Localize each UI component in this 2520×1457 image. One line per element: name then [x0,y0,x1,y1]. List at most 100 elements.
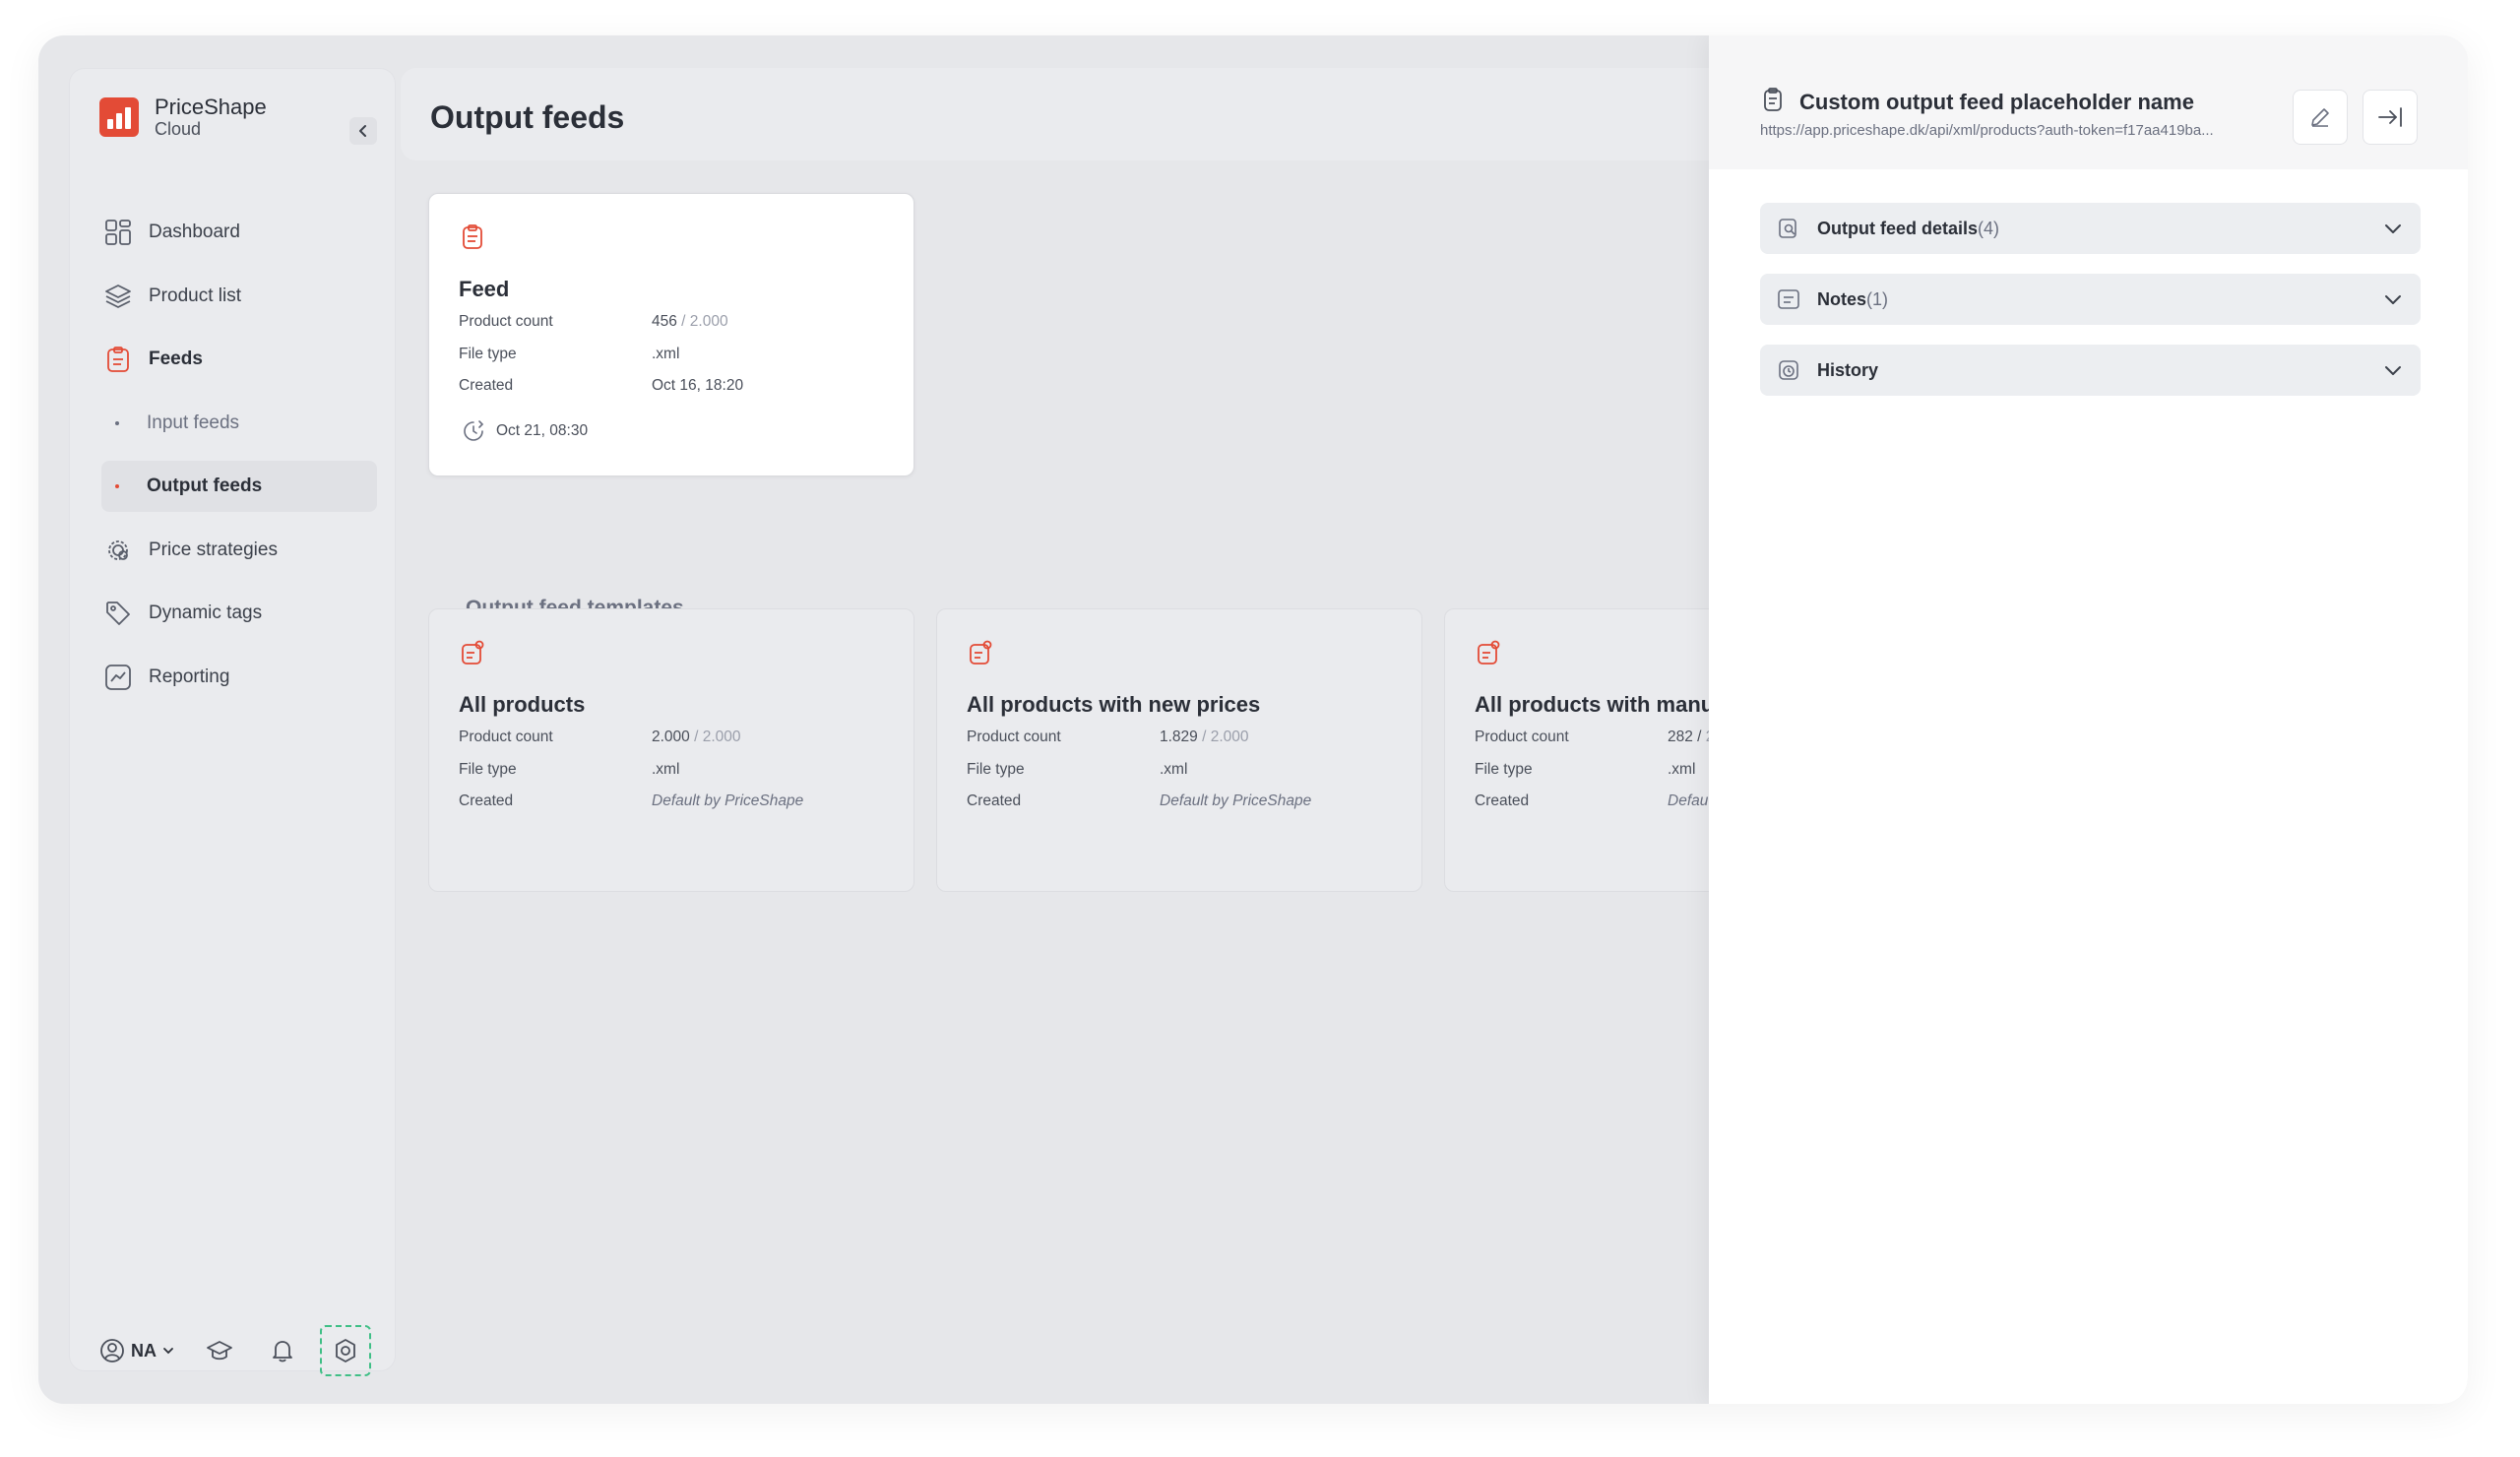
file-type-label: File type [459,345,517,362]
product-count-total: / 2.000 [689,728,741,745]
gear-settings-icon [103,536,133,565]
created-row: Created Default by PriceShape [459,792,892,825]
created-label: Created [459,792,514,809]
brand[interactable]: PriceShape Cloud [99,96,267,138]
gear-icon [336,1339,355,1362]
feed-url[interactable]: https://app.priceshape.dk/api/xml/produc… [1760,122,2214,139]
file-type-row: File type .xml [459,761,892,793]
clipboard-settings-icon [1478,640,1500,665]
file-type-row: File type .xml [967,761,1400,793]
sidebar-item-reporting[interactable]: Reporting [101,652,377,703]
bell-icon [273,1341,292,1362]
sidebar-item-dynamic-tags[interactable]: Dynamic tags [101,588,377,639]
product-count-value: 456 [652,313,677,330]
file-type-label: File type [967,760,1025,778]
feed-title: Feed [459,277,510,301]
sidebar-item-label: Dynamic tags [149,602,263,623]
created-label: Created [459,377,514,394]
file-type-label: File type [1475,760,1533,778]
academy-button[interactable] [194,1325,245,1376]
created-value: Default by PriceShape [652,792,804,809]
clipboard-icon [463,224,482,249]
sidebar-footer: NA [99,1325,371,1376]
bullet-icon [115,420,119,425]
template-card[interactable]: All products Product count 2.000 / 2.000… [428,608,914,892]
file-type-value: .xml [652,345,680,362]
file-type-value: .xml [1668,760,1696,778]
file-type-value: .xml [1160,760,1188,778]
accordion-history[interactable]: History [1760,345,2421,396]
search-document-icon [1776,216,1801,241]
sidebar-item-price-strategies[interactable]: Price strategies [101,525,377,576]
template-title: All products [459,692,586,717]
clipboard-settings-icon [970,640,992,665]
product-count-value: 2.000 [652,728,690,745]
file-type-label: File type [459,760,517,778]
product-count-label: Product count [459,313,553,330]
product-count-value: 282 / [1668,728,1706,745]
user-icon [100,1339,124,1362]
chevron-down-icon [2385,295,2401,304]
pencil-icon [2311,108,2329,127]
settings-button[interactable] [320,1325,371,1376]
edit-button[interactable] [2293,90,2348,145]
sync-time: Oct 21, 08:30 [496,422,589,439]
tag-icon [103,599,133,628]
brand-name: PriceShape [155,95,267,119]
product-count-label: Product count [967,728,1061,745]
product-count-value: 1.829 [1160,728,1198,745]
sidebar-item-feeds[interactable]: Feeds [101,334,377,385]
product-count-row: Product count 2.000 / 2.000 [459,728,892,761]
created-row: Created Default by PriceShape [967,792,1400,825]
sidebar-item-input-feeds[interactable]: Input feeds [101,398,377,449]
close-panel-button[interactable] [2362,90,2418,145]
created-row: Created Oct 16, 18:20 [459,377,892,410]
created-value: Default by PriceShape [1160,792,1312,809]
collapse-sidebar-button[interactable] [349,117,377,145]
user-menu-button[interactable]: NA [99,1338,174,1363]
notifications-button[interactable] [257,1325,308,1376]
created-value: Defau [1668,792,1709,809]
sidebar-item-label: Product list [149,285,241,306]
feed-card[interactable]: Feed Product count 456 / 2.000 File type… [428,193,914,476]
template-card[interactable]: All products with new prices Product cou… [936,608,1422,892]
accordion-count: (4) [1978,218,2000,238]
bullet-icon [115,484,119,488]
brand-sub: Cloud [155,119,202,139]
clipboard-settings-icon [462,640,484,665]
chevron-down-icon [163,1348,173,1355]
sidebar-item-dashboard[interactable]: Dashboard [101,207,377,258]
note-icon [1776,286,1801,312]
dashboard-icon [103,218,133,247]
graduation-cap-icon [207,1341,232,1361]
product-count-total: / 2.000 [676,313,728,330]
created-label: Created [967,792,1022,809]
app-window: PriceShape Cloud Dashboard Product list [38,35,2468,1404]
chevron-down-icon [2385,366,2401,375]
page-title: Output feeds [430,99,625,135]
created-label: Created [1475,792,1530,809]
clipboard-icon [1764,88,1782,111]
sidebar-item-label: Reporting [149,665,230,687]
created-value: Oct 16, 18:20 [652,377,744,394]
accordion-count: (1) [1866,288,1889,309]
product-count-row: Product count 1.829 / 2.000 [967,728,1400,761]
sidebar-item-label: Price strategies [149,538,278,560]
sidebar: PriceShape Cloud Dashboard Product list [69,68,396,1376]
template-title: All products with manu [1475,692,1715,717]
accordion-notes[interactable]: Notes (1) [1760,274,2421,325]
sync-clock-icon [464,420,484,441]
product-count-label: Product count [459,728,553,745]
main-nav: Dashboard Product list Feeds Input feeds [101,207,377,715]
sidebar-item-product-list[interactable]: Product list [101,271,377,322]
accordion-output-feed-details[interactable]: Output feed details (4) [1760,203,2421,254]
file-type-value: .xml [652,760,680,778]
file-type-row: File type .xml [459,346,892,378]
history-clock-icon [1776,357,1801,383]
layers-icon [103,282,133,311]
sidebar-item-label: Input feeds [147,412,240,433]
sidebar-item-output-feeds[interactable]: Output feeds [101,461,377,512]
panel-title: Custom output feed placeholder name [1799,90,2194,114]
feed-detail-panel: Custom output feed placeholder name http… [1709,35,2468,1404]
accordion-label: History [1817,359,1879,380]
